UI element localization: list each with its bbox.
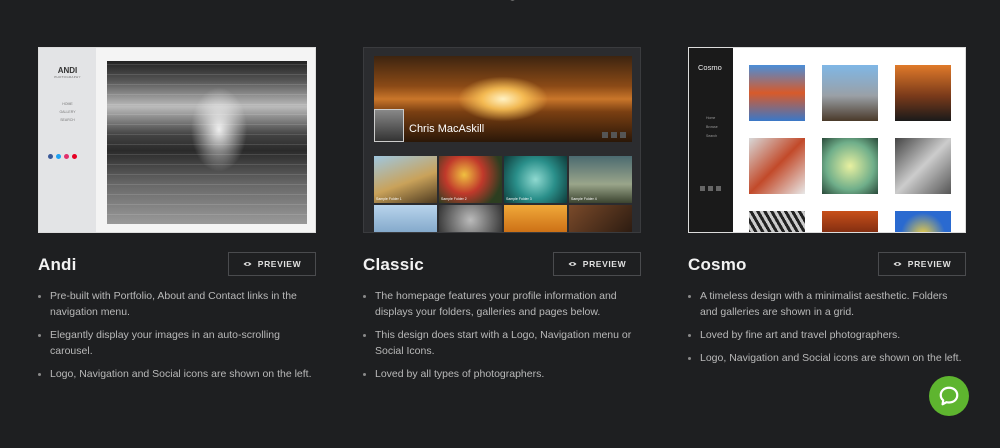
theme-card-classic: Chris MacAskill Sample Folder 1 Sample F… — [363, 47, 641, 389]
andi-thumb-nav-item: HOME — [62, 102, 73, 106]
cosmo-thumb-sidebar: Cosmo Home Browse Search — [689, 48, 733, 232]
cosmo-thumb-nav-item: Browse — [706, 125, 718, 129]
gallery-tile — [895, 138, 951, 194]
feature-list: Pre-built with Portfolio, About and Cont… — [38, 288, 316, 382]
andi-thumbnail[interactable]: ANDI PHOTOGRAPHY HOME GALLERY SEARCH — [38, 47, 316, 233]
theme-title: Andi — [38, 255, 77, 274]
facebook-icon — [48, 154, 53, 159]
feature-item: Loved by all types of photographers. — [363, 366, 641, 382]
eye-icon — [568, 262, 577, 266]
theme-card-andi: ANDI PHOTOGRAPHY HOME GALLERY SEARCH And… — [38, 47, 316, 389]
folder-tile — [569, 205, 632, 232]
folder-tile: Sample Folder 2 — [439, 156, 502, 203]
feature-item: A timeless design with a minimalist aest… — [688, 288, 966, 320]
pinterest-icon — [72, 154, 77, 159]
feature-item: Elegantly display your images in an auto… — [38, 327, 316, 359]
classic-thumb-avatar — [374, 109, 404, 142]
feature-item: Pre-built with Portfolio, About and Cont… — [38, 288, 316, 320]
cosmo-thumb-logo: Cosmo — [698, 63, 722, 72]
folder-tile: Sample Folder 3 — [504, 156, 567, 203]
feature-item: Logo, Navigation and Social icons are sh… — [688, 350, 966, 366]
andi-thumb-sidebar: ANDI PHOTOGRAPHY HOME GALLERY SEARCH — [39, 48, 96, 232]
feature-list: A timeless design with a minimalist aest… — [688, 288, 966, 366]
feature-item: Logo, Navigation and Social icons are sh… — [38, 366, 316, 382]
cosmo-thumb-grid — [749, 65, 951, 232]
chat-bubble-icon — [939, 386, 959, 406]
gallery-tile — [822, 138, 878, 194]
andi-thumb-nav-item: GALLERY — [59, 110, 76, 114]
gallery-tile — [822, 65, 878, 121]
gallery-tile — [895, 65, 951, 121]
feature-item: This design does start with a Logo, Navi… — [363, 327, 641, 359]
classic-thumb-hero: Chris MacAskill — [374, 56, 632, 142]
preview-label: PREVIEW — [257, 259, 302, 269]
preview-button[interactable]: PREVIEW — [553, 252, 641, 276]
cosmo-thumbnail[interactable]: Cosmo Home Browse Search — [688, 47, 966, 233]
andi-thumb-photo — [107, 61, 307, 224]
theme-card-cosmo: Cosmo Home Browse Search Cosmo PREVIEW A… — [688, 47, 966, 373]
chat-button[interactable] — [929, 376, 969, 416]
eye-icon — [243, 262, 252, 266]
folder-tile — [439, 205, 502, 232]
cosmo-thumb-nav-item: Home — [706, 116, 716, 120]
folder-tile: Sample Folder 4 — [569, 156, 632, 203]
gallery-tile — [822, 211, 878, 232]
feature-list: The homepage features your profile infor… — [363, 288, 641, 382]
gallery-tile — [749, 65, 805, 121]
theme-title: Cosmo — [688, 255, 747, 274]
theme-title: Classic — [363, 255, 424, 274]
classic-thumb-grid: Sample Folder 1 Sample Folder 2 Sample F… — [374, 156, 632, 232]
gallery-tile — [749, 211, 805, 232]
folder-tile — [374, 205, 437, 232]
folder-tile: Sample Folder 1 — [374, 156, 437, 203]
gallery-tile — [895, 211, 951, 232]
feature-item: Loved by fine art and travel photographe… — [688, 327, 966, 343]
cosmo-thumb-nav-item: Search — [706, 134, 718, 138]
andi-thumb-social-icons — [48, 154, 77, 159]
preview-label: PREVIEW — [907, 259, 952, 269]
classic-thumb-name: Chris MacAskill — [409, 123, 485, 135]
instagram-icon — [64, 154, 69, 159]
preview-button[interactable]: PREVIEW — [228, 252, 316, 276]
top-indicator-dot — [510, 0, 515, 1]
twitter-icon — [56, 154, 61, 159]
feature-item: The homepage features your profile infor… — [363, 288, 641, 320]
preview-label: PREVIEW — [582, 259, 627, 269]
preview-button[interactable]: PREVIEW — [878, 252, 966, 276]
classic-thumbnail[interactable]: Chris MacAskill Sample Folder 1 Sample F… — [363, 47, 641, 233]
folder-tile — [504, 205, 567, 232]
andi-thumb-nav-item: SEARCH — [60, 118, 75, 122]
classic-thumb-social-icons — [602, 132, 626, 138]
eye-icon — [893, 262, 902, 266]
gallery-tile — [749, 138, 805, 194]
andi-thumb-sublogo: PHOTOGRAPHY — [54, 75, 81, 79]
cosmo-thumb-social-icons — [700, 186, 721, 191]
andi-thumb-logo: ANDI — [57, 66, 78, 75]
